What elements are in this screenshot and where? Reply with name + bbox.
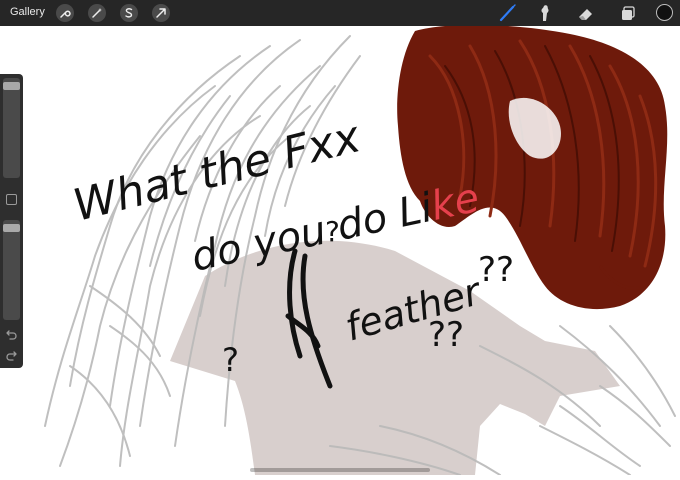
question-mark-small: ? [325, 215, 340, 248]
smudge-icon[interactable] [535, 3, 555, 23]
modify-button[interactable] [6, 194, 17, 205]
brush-size-slider[interactable] [3, 78, 20, 178]
opacity-thumb[interactable] [3, 224, 20, 232]
brush-icon[interactable] [498, 3, 518, 23]
top-toolbar: Gallery [0, 0, 680, 26]
handwriting-line-2-red: ke [427, 175, 483, 230]
redo-icon[interactable] [5, 349, 18, 362]
gallery-button[interactable]: Gallery [10, 6, 45, 18]
question-marks-1: ?? [478, 250, 514, 290]
brush-size-thumb[interactable] [3, 82, 20, 90]
hair [397, 24, 668, 310]
transform-arrow-icon[interactable] [152, 4, 170, 22]
opacity-slider[interactable] [3, 220, 20, 320]
undo-icon[interactable] [5, 328, 18, 341]
home-indicator [250, 468, 430, 472]
selection-icon[interactable] [120, 4, 138, 22]
question-mark-single: ? [222, 341, 239, 379]
eraser-icon[interactable] [576, 3, 596, 23]
layers-icon[interactable] [617, 3, 637, 23]
color-picker-button[interactable] [656, 4, 673, 21]
wrench-icon[interactable] [56, 4, 74, 22]
question-marks-2: ?? [428, 315, 464, 355]
artwork: What the Fxx do you do Like feather ?? ?… [44, 24, 676, 476]
magic-wand-icon[interactable] [88, 4, 106, 22]
left-sidebar [0, 74, 23, 368]
drawing-canvas[interactable]: What the Fxx do you do Like feather ?? ?… [0, 24, 680, 476]
